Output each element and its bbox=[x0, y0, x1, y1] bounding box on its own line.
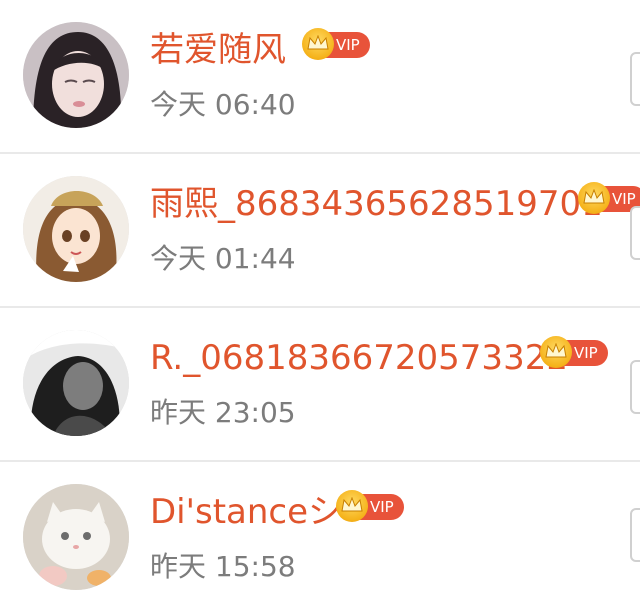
vip-badge: VIP bbox=[540, 336, 608, 368]
avatar[interactable] bbox=[23, 176, 129, 282]
user-name[interactable]: R._06818366720573322 bbox=[150, 336, 568, 380]
crown-icon bbox=[540, 336, 572, 368]
timestamp: 今天 01:44 bbox=[150, 242, 296, 275]
user-name[interactable]: 雨熙_86834365628519701 bbox=[150, 182, 603, 226]
avatar[interactable] bbox=[23, 330, 129, 436]
follow-button[interactable] bbox=[630, 360, 640, 414]
avatar[interactable] bbox=[23, 22, 129, 128]
follow-button[interactable] bbox=[630, 206, 640, 260]
timestamp: 今天 06:40 bbox=[150, 88, 296, 121]
vip-label: VIP bbox=[574, 344, 598, 362]
crown-icon bbox=[302, 28, 334, 60]
avatar[interactable] bbox=[23, 484, 129, 590]
user-row[interactable]: 雨熙_86834365628519701 VIP 今天 01:44 bbox=[0, 154, 640, 307]
user-row[interactable]: Di'stanceシ VIP 昨天 15:58 bbox=[0, 462, 640, 607]
vip-label: VIP bbox=[370, 498, 394, 516]
user-name[interactable]: 若爱随风 bbox=[150, 28, 286, 72]
vip-badge: VIP bbox=[302, 28, 370, 60]
timestamp: 昨天 23:05 bbox=[150, 396, 296, 429]
vip-label: VIP bbox=[336, 36, 360, 54]
vip-badge: VIP bbox=[336, 490, 404, 522]
user-list: 若爱随风 VIP 今天 06:40 雨熙_86834365628519701 V… bbox=[0, 0, 640, 607]
timestamp: 昨天 15:58 bbox=[150, 550, 296, 583]
follow-button[interactable] bbox=[630, 52, 640, 106]
user-name[interactable]: Di'stanceシ bbox=[150, 490, 342, 534]
follow-button[interactable] bbox=[630, 508, 640, 562]
crown-icon bbox=[578, 182, 610, 214]
crown-icon bbox=[336, 490, 368, 522]
user-row[interactable]: 若爱随风 VIP 今天 06:40 bbox=[0, 0, 640, 153]
user-row[interactable]: R._06818366720573322 VIP 昨天 23:05 bbox=[0, 308, 640, 461]
vip-label: VIP bbox=[612, 190, 636, 208]
